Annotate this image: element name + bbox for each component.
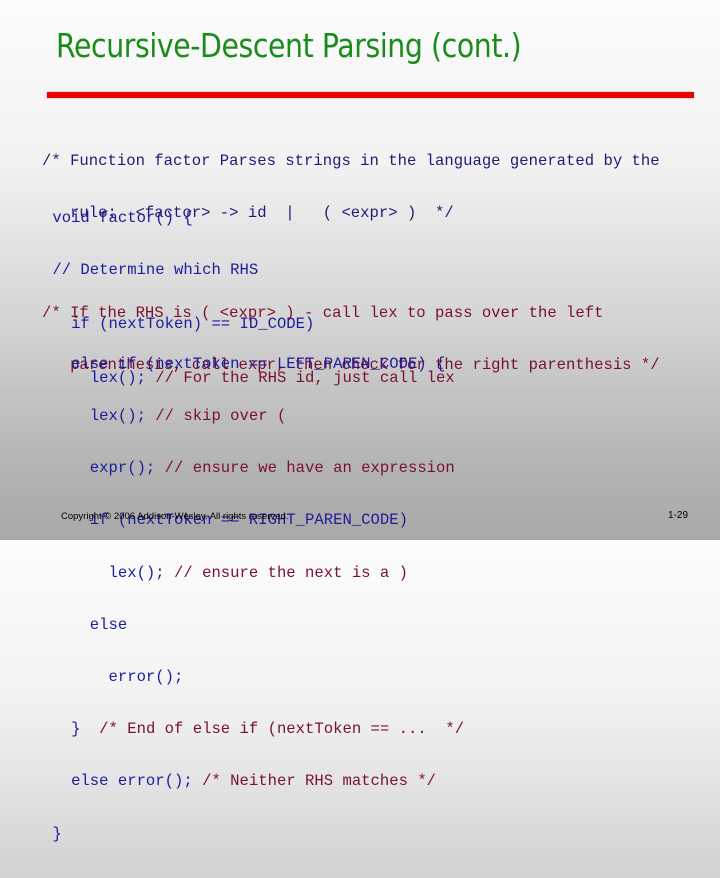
code-block-else-if: else if (nextToken == LEFT_PAREN_CODE) {… — [43, 321, 464, 878]
footer-copyright: Copyright © 2006 Addison-Wesley. All rig… — [61, 511, 289, 522]
code-line: else — [43, 615, 464, 634]
code-line: else if (nextToken == LEFT_PAREN_CODE) { — [43, 354, 464, 373]
code-text: expr(); — [43, 459, 165, 478]
code-text: void factor() { — [43, 208, 193, 227]
code-line: void factor() { — [43, 208, 455, 227]
inline-comment: // ensure we have an expression — [164, 459, 455, 478]
code-text: lex(); — [43, 407, 156, 426]
code-text: lex(); — [43, 563, 175, 582]
code-line: error(); — [43, 668, 464, 687]
code-text: else — [43, 615, 128, 634]
inline-comment: // ensure the next is a ) — [174, 563, 408, 582]
code-line: } /* End of else if (nextToken == ... */ — [43, 721, 464, 738]
code-line: lex(); // skip over ( — [43, 407, 464, 426]
code-text: } — [43, 824, 62, 843]
inline-comment: /* End of else if (nextToken == ... */ — [99, 720, 465, 739]
code-line: } — [43, 824, 464, 843]
comment-line: /* Function factor Parses strings in the… — [42, 151, 660, 170]
slide-title: Recursive-Descent Parsing (cont.) — [56, 26, 522, 65]
code-line: lex(); // ensure the next is a ) — [43, 563, 464, 582]
inline-comment: /* Neither RHS matches */ — [202, 772, 437, 791]
code-line: expr(); // ensure we have an expression — [43, 460, 464, 477]
code-line: else error(); /* Neither RHS matches */ — [43, 773, 464, 790]
inline-comment: // skip over ( — [155, 407, 287, 426]
code-text: error(); — [43, 668, 184, 687]
slide-page-number: 1-29 — [668, 510, 689, 521]
code-text: } — [43, 720, 100, 739]
code-text: else if (nextToken == LEFT_PAREN_CODE) { — [43, 354, 446, 373]
comment-line: /* If the RHS is ( <expr> ) - call lex t… — [42, 303, 604, 322]
code-text: else error(); — [43, 772, 203, 791]
title-underline-rule — [47, 92, 694, 98]
